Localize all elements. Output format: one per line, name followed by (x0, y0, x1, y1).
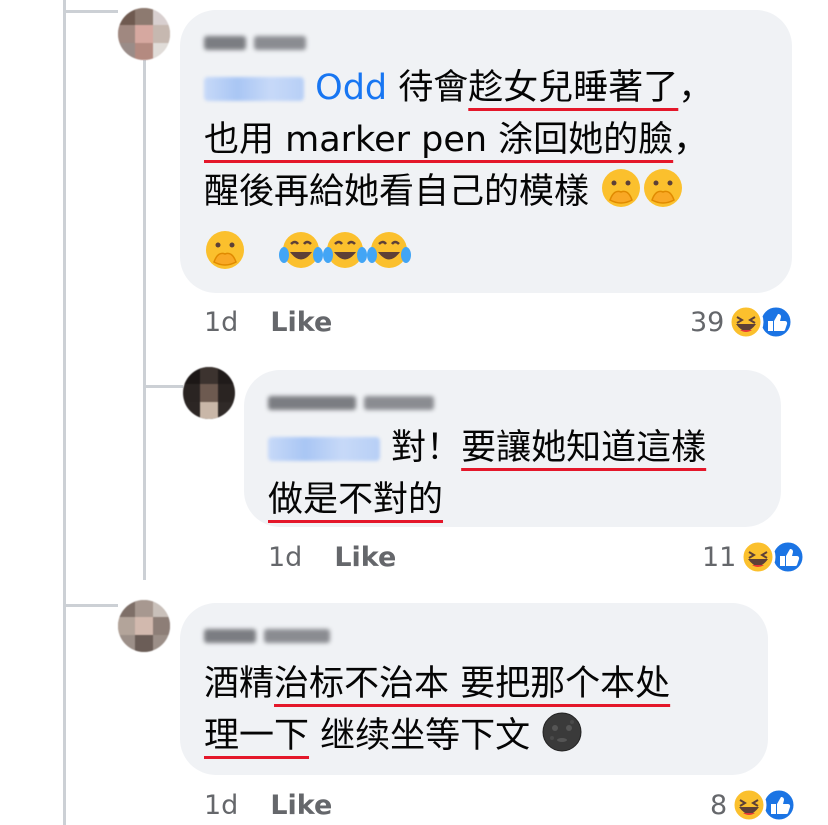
reaction-icons (740, 539, 806, 575)
comment-author-name-redacted[interactable] (204, 32, 306, 54)
avatar[interactable] (118, 600, 170, 652)
haha-icon (740, 539, 776, 575)
tears-of-joy-icon (279, 229, 324, 286)
reaction-summary[interactable]: 39 (690, 302, 796, 342)
haha-icon (731, 787, 767, 823)
comment-text: Odd 待會趁女兒睡著了， 也用 marker pen 涂回她的臉， 醒後再給她… (204, 62, 713, 286)
comment-timestamp[interactable]: 1d (204, 307, 238, 338)
comment-timestamp[interactable]: 1d (204, 790, 238, 821)
thread-line-main (63, 0, 66, 825)
like-button[interactable]: Like (334, 542, 396, 573)
mention-redacted[interactable] (204, 77, 304, 101)
new-moon-face-icon (541, 711, 583, 768)
like-button[interactable]: Like (270, 790, 332, 821)
haha-icon (728, 304, 764, 340)
avatar-pixelated-icon (118, 600, 170, 652)
reaction-count: 8 (710, 789, 728, 821)
comment-bubble: 酒精治标不治本 要把那个本处 理一下 继续坐等下文 (180, 603, 768, 775)
tears-of-joy-icon (323, 229, 368, 286)
comment-meta: 1d Like (268, 537, 396, 577)
like-icon (761, 787, 797, 823)
comment-timestamp[interactable]: 1d (268, 542, 302, 573)
comment-text: 酒精治标不治本 要把那个本处 理一下 继续坐等下文 (204, 658, 670, 768)
like-button[interactable]: Like (270, 307, 332, 338)
mention-redacted[interactable] (268, 437, 380, 461)
comment-meta: 1d Like (204, 785, 332, 825)
reaction-icons (728, 304, 794, 340)
reaction-count: 11 (702, 541, 737, 573)
thread-line-reply (143, 60, 146, 580)
comment-bubble: Odd 待會趁女兒睡著了， 也用 marker pen 涂回她的臉， 醒後再給她… (180, 10, 792, 293)
comment-bubble: 對！要讓她知道這樣 做是不對的 (244, 370, 781, 527)
reaction-count: 39 (690, 306, 725, 338)
like-icon (758, 304, 794, 340)
avatar[interactable] (118, 8, 170, 60)
hand-over-mouth-icon (204, 229, 246, 286)
reaction-summary[interactable]: 11 (702, 537, 808, 577)
reaction-summary[interactable]: 8 (710, 785, 799, 825)
comment-author-name-redacted[interactable] (268, 392, 434, 414)
avatar-pixelated-icon (183, 367, 235, 419)
reaction-icons (731, 787, 797, 823)
comment-author-name-redacted[interactable] (204, 625, 330, 647)
mention-name[interactable]: Odd (315, 68, 387, 108)
thread-line-top-branch (63, 10, 118, 13)
tears-of-joy-icon (367, 229, 412, 286)
hand-over-mouth-icon (600, 167, 642, 224)
comment-meta: 1d Like (204, 302, 332, 342)
thread-line-bottom-branch (63, 604, 118, 607)
hand-over-mouth-icon (642, 167, 684, 224)
comment-text: 對！要讓她知道這樣 做是不對的 (268, 428, 707, 520)
like-icon (770, 539, 806, 575)
avatar-pixelated-icon (118, 8, 170, 60)
thread-line-reply-branch (143, 385, 183, 388)
avatar[interactable] (183, 367, 235, 419)
